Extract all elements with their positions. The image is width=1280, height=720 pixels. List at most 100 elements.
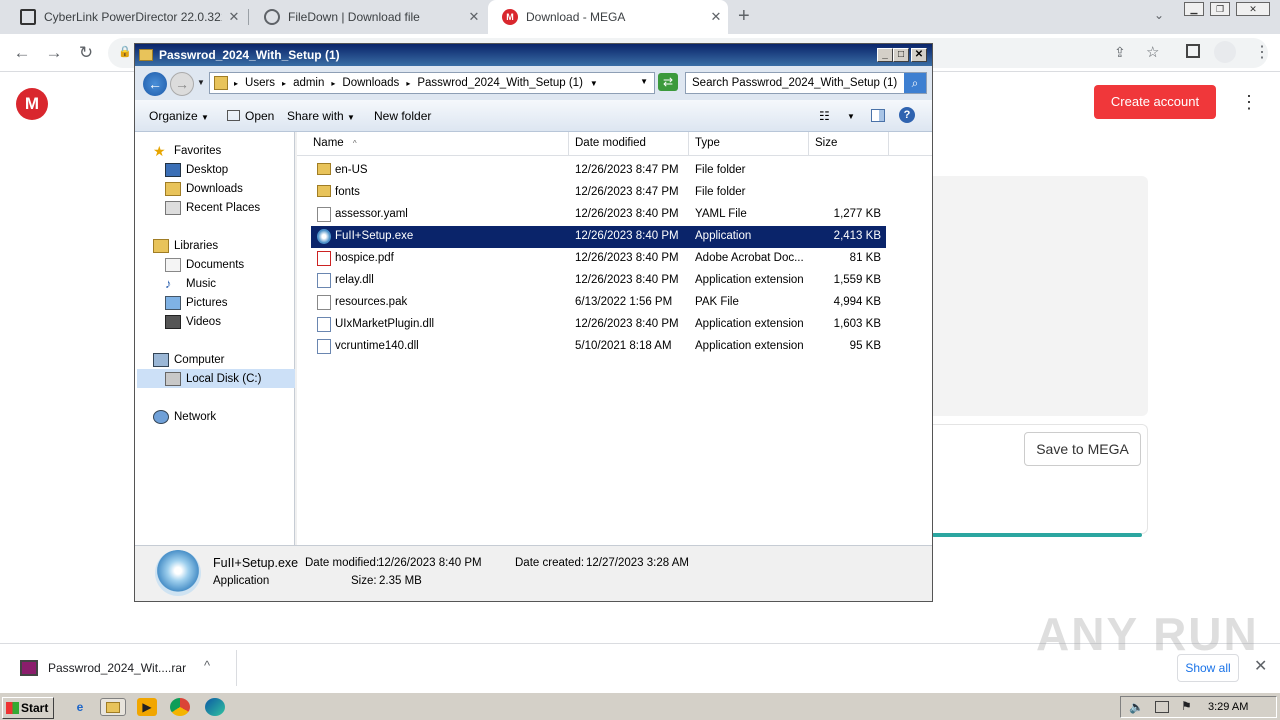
nav-music[interactable]: ♪ Music — [165, 274, 216, 293]
window-close-icon[interactable]: ✕ — [1236, 2, 1270, 16]
file-list-pane: Name ^ Date modified Type Size en-US 12/2… — [297, 132, 932, 545]
nav-network[interactable]: Network — [153, 407, 216, 426]
organize-button[interactable]: Organize ▼ — [149, 109, 209, 123]
nav-downloads[interactable]: Downloads — [165, 179, 243, 198]
file-row[interactable]: FuII+Setup.exe 12/26/2023 8:40 PM Applicat… — [311, 226, 886, 248]
file-row[interactable]: hospice.pdf 12/26/2023 8:40 PM Adobe Acrob… — [311, 248, 886, 270]
explorer-title-bar[interactable]: Passwrod_2024_With_Setup (1) _ □ ✕ — [135, 44, 932, 66]
share-with-button[interactable]: Share with ▼ — [287, 109, 355, 123]
file-type: Application extension — [695, 318, 804, 330]
back-icon[interactable]: ← — [10, 42, 34, 64]
nav-recent-places[interactable]: Recent Places — [165, 198, 260, 217]
mega-logo[interactable]: M — [16, 88, 48, 120]
view-chevron-icon[interactable]: ▼ — [847, 112, 855, 121]
save-to-mega-button[interactable]: Save to MEGA — [1024, 432, 1141, 466]
view-options-icon[interactable]: ☷ — [819, 109, 830, 123]
pdf-icon — [317, 251, 331, 266]
tab-mega[interactable]: M Download - MEGA ✕ — [488, 0, 728, 34]
tab-filedown[interactable]: FileDown | Download file ✕ — [250, 0, 486, 34]
file-row[interactable]: UIxMarketPlugin.dll 12/26/2023 8:40 PM App… — [311, 314, 886, 336]
breadcrumb-users[interactable]: Users — [245, 77, 275, 89]
share-icon[interactable]: ⇪ — [1114, 44, 1126, 61]
mega-favicon-icon: M — [502, 9, 518, 25]
nav-favorites[interactable]: ★ Favorites — [153, 141, 221, 160]
ie-icon[interactable]: e — [70, 698, 90, 716]
profile-avatar[interactable] — [1214, 41, 1236, 63]
file-row[interactable]: fonts 12/26/2023 8:47 PM File folder — [311, 182, 886, 204]
file-row[interactable]: en-US 12/26/2023 8:47 PM File folder — [311, 160, 886, 182]
menu-kebab-icon[interactable]: ⋮ — [1254, 42, 1270, 62]
network-icon — [153, 409, 169, 424]
file-row[interactable]: vcruntime140.dll 5/10/2021 8:18 AM Applica… — [311, 336, 886, 358]
breadcrumb-downloads[interactable]: Downloads — [342, 77, 399, 89]
start-button[interactable]: Start — [2, 697, 54, 719]
details-size-value: 2.35 MB — [379, 575, 422, 587]
tab-cyberlink[interactable]: CyberLink PowerDirector 22.0.3215 ✕ — [6, 0, 246, 34]
column-name[interactable]: Name ^ — [307, 132, 569, 156]
nav-computer[interactable]: Computer — [153, 350, 225, 369]
help-icon[interactable]: ? — [899, 107, 915, 123]
chrome-icon[interactable] — [170, 698, 190, 716]
bookmark-star-icon[interactable]: ☆ — [1146, 43, 1159, 61]
download-item[interactable]: Passwrod_2024_Wit....rar — [48, 661, 186, 675]
side-panel-icon[interactable] — [1186, 44, 1200, 58]
refresh-icon[interactable]: ⇄ — [658, 73, 678, 91]
network-tray-icon[interactable] — [1155, 701, 1169, 713]
file-name: assessor.yaml — [335, 208, 408, 220]
file-row[interactable]: assessor.yaml 12/26/2023 8:40 PM YAML File… — [311, 204, 886, 226]
open-button[interactable]: Open — [227, 109, 274, 123]
nav-libraries[interactable]: Libraries — [153, 236, 218, 255]
nav-label: Videos — [186, 315, 221, 328]
share-with-label: Share with — [287, 109, 344, 123]
clock[interactable]: 3:29 AM — [1208, 701, 1248, 713]
explorer-address-bar[interactable]: ▸ Users ▸ admin ▸ Downloads ▸ Passwrod_2… — [209, 72, 655, 94]
nav-local-disk[interactable]: Local Disk (C:) — [165, 369, 261, 388]
media-player-icon[interactable]: ▶ — [137, 698, 157, 716]
volume-icon[interactable]: 🔈 — [1129, 700, 1144, 714]
column-type[interactable]: Type — [689, 132, 809, 156]
address-history-chevron-icon[interactable]: ▼ — [640, 77, 648, 86]
mega-menu-icon[interactable]: ⋮ — [1240, 90, 1258, 114]
column-date-modified[interactable]: Date modified — [569, 132, 689, 156]
new-folder-button[interactable]: New folder — [374, 109, 431, 123]
recent-places-icon — [165, 200, 181, 215]
nav-desktop[interactable]: Desktop — [165, 160, 228, 179]
file-name: hospice.pdf — [335, 252, 394, 264]
back-icon[interactable]: ← — [143, 72, 167, 96]
create-account-button[interactable]: Create account — [1094, 85, 1216, 119]
restore-icon[interactable]: ❐ — [1210, 2, 1230, 16]
minimize-icon[interactable]: ▁ — [1184, 2, 1204, 16]
preview-pane-icon[interactable] — [871, 109, 885, 122]
maximize-icon[interactable]: □ — [893, 48, 909, 62]
reload-icon[interactable]: ↻ — [74, 42, 98, 64]
forward-icon[interactable]: → — [42, 42, 66, 64]
action-center-flag-icon[interactable]: ⚑ — [1181, 699, 1192, 713]
minimize-icon[interactable]: _ — [877, 48, 893, 62]
tab-close-icon[interactable]: ✕ — [704, 9, 728, 25]
file-date: 6/13/2022 1:56 PM — [575, 296, 673, 308]
column-header-row: Name ^ Date modified Type Size — [297, 132, 932, 156]
nav-videos[interactable]: Videos — [165, 312, 221, 331]
details-created-value: 12/27/2023 3:28 AM — [586, 557, 689, 569]
breadcrumb-current-folder[interactable]: Passwrod_2024_With_Setup (1) — [417, 77, 583, 89]
new-tab-button[interactable]: + — [738, 5, 758, 28]
column-size[interactable]: Size — [809, 132, 889, 156]
close-icon[interactable]: ✕ — [911, 48, 927, 62]
tab-close-icon[interactable]: ✕ — [222, 9, 246, 25]
file-row[interactable]: resources.pak 6/13/2022 1:56 PM PAK File 4,… — [311, 292, 886, 314]
nav-pictures[interactable]: Pictures — [165, 293, 228, 312]
download-options-chevron-icon[interactable]: ^ — [204, 658, 210, 673]
breadcrumb-admin[interactable]: admin — [293, 77, 324, 89]
recent-pages-chevron-icon[interactable]: ▼ — [197, 78, 205, 87]
download-progress-bar — [932, 533, 1142, 537]
file-row[interactable]: relay.dll 12/26/2023 8:40 PM Application e… — [311, 270, 886, 292]
nav-documents[interactable]: Documents — [165, 255, 244, 274]
forward-icon[interactable]: → — [170, 72, 194, 96]
search-icon[interactable]: ⌕ — [904, 73, 926, 93]
search-input[interactable]: Search Passwrod_2024_With_Setup (1) ⌕ — [685, 72, 927, 94]
tab-close-icon[interactable]: ✕ — [462, 9, 486, 25]
breadcrumb-dropdown-icon[interactable]: ▼ — [590, 79, 598, 88]
explorer-taskbar-icon[interactable] — [100, 698, 126, 716]
edge-icon[interactable] — [205, 698, 225, 716]
tab-search-chevron-icon[interactable]: ⌄ — [1154, 8, 1164, 22]
